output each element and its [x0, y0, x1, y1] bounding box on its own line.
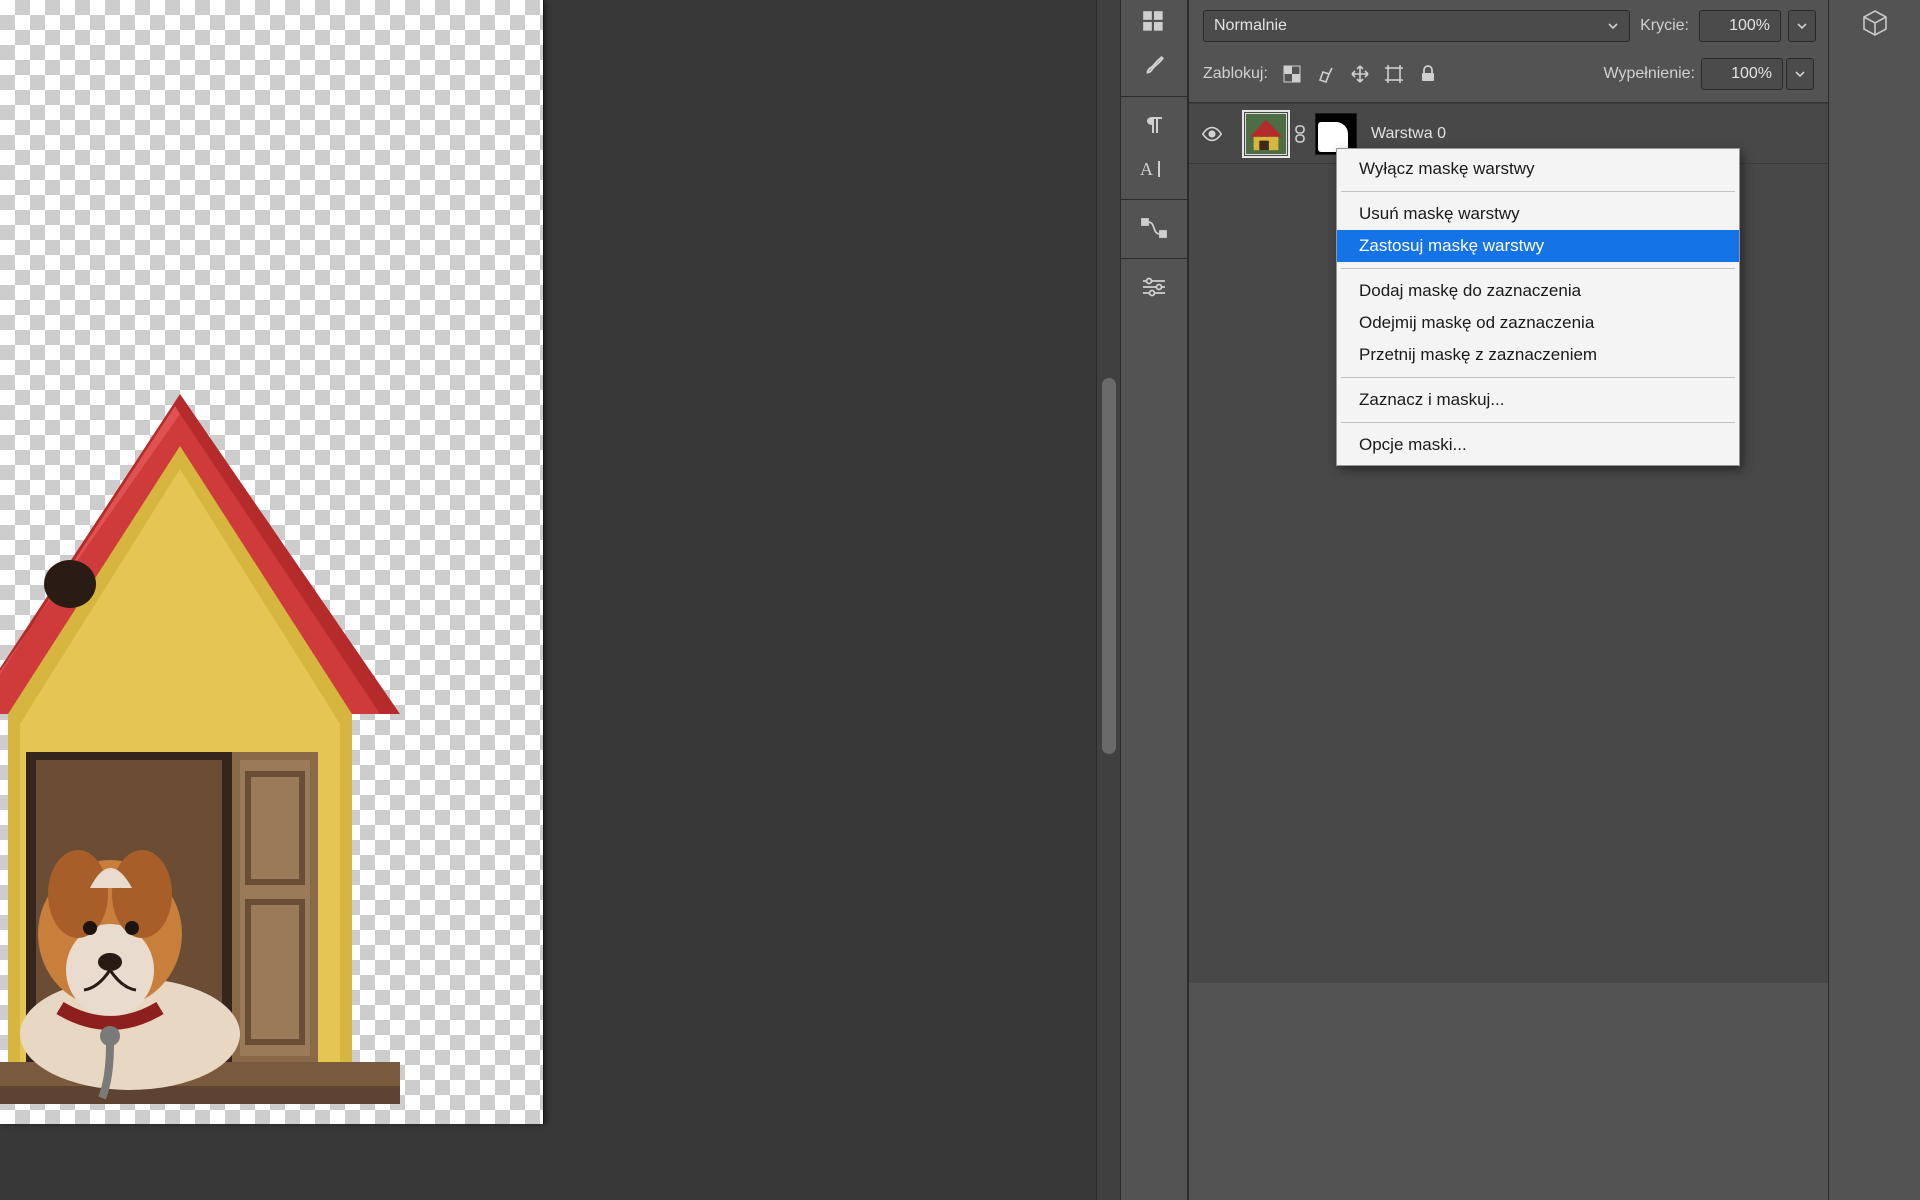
fill-value: 100%	[1731, 65, 1772, 83]
3d-cube-icon[interactable]	[1860, 8, 1890, 38]
menu-separator	[1341, 422, 1735, 423]
chevron-down-icon	[1796, 20, 1808, 32]
mask-link-icon[interactable]	[1293, 125, 1309, 143]
chevron-down-icon	[1794, 68, 1806, 80]
menu-item[interactable]: Wyłącz maskę warstwy	[1337, 153, 1739, 185]
layer-thumbnail[interactable]	[1245, 113, 1287, 155]
scrollbar-thumb[interactable]	[1102, 378, 1116, 754]
mask-context-menu[interactable]: Wyłącz maskę warstwyUsuń maskę warstwyZa…	[1336, 148, 1740, 466]
svg-text:A: A	[1140, 159, 1153, 179]
layer-name[interactable]: Warstwa 0	[1371, 125, 1446, 143]
visibility-toggle[interactable]	[1201, 123, 1223, 145]
lock-position-icon[interactable]	[1348, 62, 1372, 86]
glyphs-icon[interactable]: A	[1128, 147, 1180, 191]
adjustments-icon[interactable]	[1128, 265, 1180, 309]
menu-separator	[1341, 191, 1735, 192]
blend-mode-select[interactable]: Normalnie	[1203, 10, 1630, 42]
document[interactable]	[0, 0, 547, 1124]
paths-icon[interactable]	[1128, 206, 1180, 250]
paragraph-icon[interactable]	[1128, 103, 1180, 147]
lock-label: Zablokuj:	[1203, 65, 1268, 83]
swatches-icon[interactable]	[1128, 0, 1180, 44]
lock-artboard-icon[interactable]	[1382, 62, 1406, 86]
canvas-image	[0, 354, 400, 1114]
menu-item[interactable]: Przetnij maskę z zaznaczeniem	[1337, 339, 1739, 371]
opacity-input[interactable]: 100%	[1699, 10, 1781, 42]
brush-icon[interactable]	[1128, 44, 1180, 88]
menu-separator	[1341, 377, 1735, 378]
menu-item[interactable]: Odejmij maskę od zaznaczenia	[1337, 307, 1739, 339]
menu-item[interactable]: Dodaj maskę do zaznaczenia	[1337, 275, 1739, 307]
collapsed-panel-bar: A	[1120, 0, 1188, 1200]
chevron-down-icon	[1607, 20, 1619, 32]
menu-item[interactable]: Zastosuj maskę warstwy	[1337, 230, 1739, 262]
menu-item[interactable]: Opcje maski...	[1337, 429, 1739, 461]
menu-separator	[1341, 268, 1735, 269]
opacity-stepper[interactable]	[1788, 10, 1816, 42]
fill-label: Wypełnienie:	[1604, 65, 1695, 83]
fill-stepper[interactable]	[1786, 58, 1814, 90]
lock-pixels-icon[interactable]	[1314, 62, 1338, 86]
fill-input[interactable]: 100%	[1701, 58, 1783, 90]
canvas-area[interactable]	[0, 0, 1120, 1200]
lock-transparency-icon[interactable]	[1280, 62, 1304, 86]
opacity-value: 100%	[1729, 17, 1770, 35]
lock-all-icon[interactable]	[1416, 62, 1440, 86]
canvas-scrollbar[interactable]	[1096, 0, 1120, 1200]
menu-item[interactable]: Usuń maskę warstwy	[1337, 198, 1739, 230]
menu-item[interactable]: Zaznacz i maskuj...	[1337, 384, 1739, 416]
far-right-bar	[1828, 0, 1920, 1200]
opacity-label: Krycie:	[1640, 17, 1689, 35]
blend-mode-value: Normalnie	[1214, 17, 1287, 35]
